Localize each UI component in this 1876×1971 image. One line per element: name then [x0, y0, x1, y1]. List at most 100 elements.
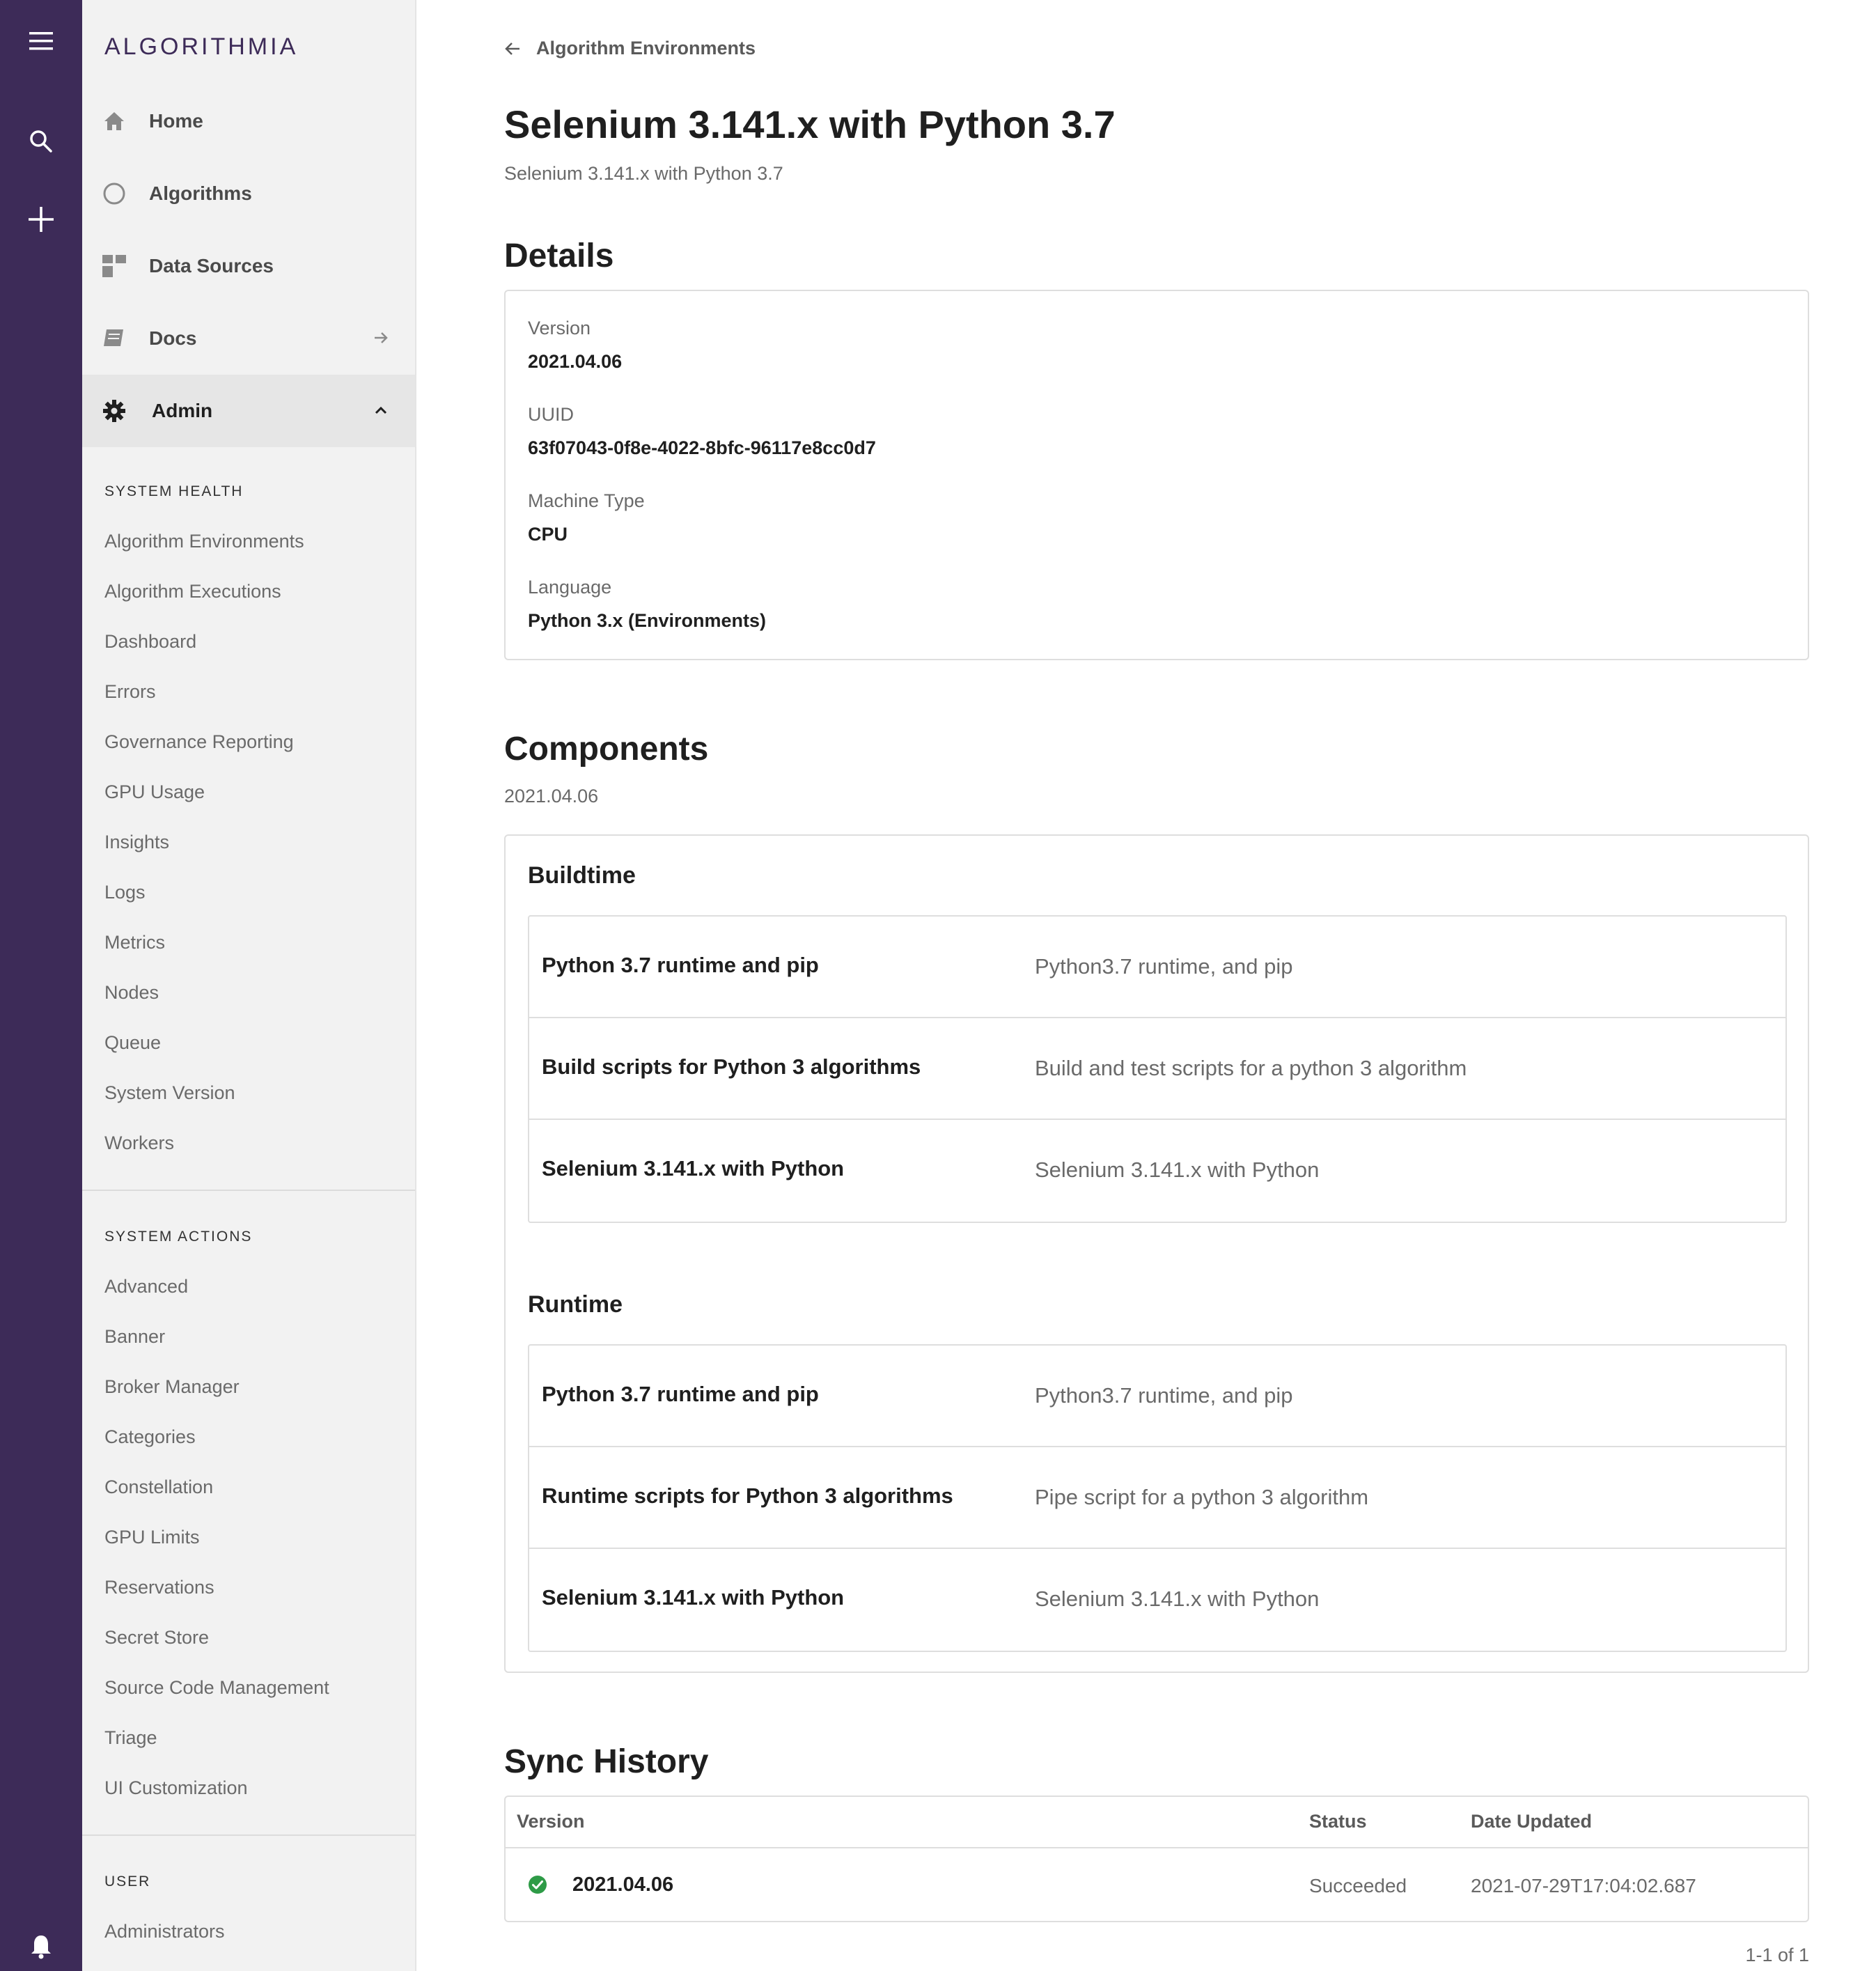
grid-icon [102, 254, 127, 279]
sidebar-link-ui-customization[interactable]: UI Customization [104, 1777, 248, 1799]
component-name: Python 3.7 runtime and pip [542, 953, 819, 977]
nav-docs-label: Docs [149, 327, 197, 349]
components-card: Buildtime Python 3.7 runtime and pip Pyt… [504, 834, 1809, 1673]
column-header-version[interactable]: Version [517, 1811, 585, 1832]
sidebar-link-algorithm-environments[interactable]: Algorithm Environments [104, 531, 304, 552]
sidebar-link-gpu-usage[interactable]: GPU Usage [104, 781, 205, 803]
main-content: Algorithm Environments Selenium 3.141.x … [416, 0, 1876, 1971]
sidebar-link-errors[interactable]: Errors [104, 681, 156, 703]
page-subtitle: Selenium 3.141.x with Python 3.7 [504, 163, 783, 184]
sidebar-divider [82, 1834, 415, 1836]
app-rail [0, 0, 82, 1971]
nav-home-label: Home [149, 110, 203, 132]
sidebar-link-workers[interactable]: Workers [104, 1132, 174, 1154]
detail-label-uuid: UUID [528, 404, 574, 425]
sidebar-link-algorithm-executions[interactable]: Algorithm Executions [104, 581, 281, 602]
detail-label-machine-type: Machine Type [528, 490, 645, 511]
algorithmia-logo[interactable]: ALGORITHMIA [104, 33, 298, 61]
sidebar-link-reservations[interactable]: Reservations [104, 1577, 214, 1598]
column-header-date-updated[interactable]: Date Updated [1471, 1811, 1592, 1832]
menu-icon[interactable] [17, 17, 65, 65]
sidebar-link-categories[interactable]: Categories [104, 1426, 196, 1448]
gear-icon [102, 398, 127, 423]
component-description: Pipe script for a python 3 algorithm [1035, 1485, 1369, 1509]
sidebar-link-dashboard[interactable]: Dashboard [104, 631, 196, 653]
component-name: Build scripts for Python 3 algorithms [542, 1054, 921, 1079]
sidebar: ALGORITHMIA Home Algorithms Data Sources… [82, 0, 416, 1971]
component-description: Python3.7 runtime, and pip [1035, 1383, 1293, 1408]
sync-date-updated: 2021-07-29T17:04:02.687 [1471, 1875, 1696, 1896]
nav-data-sources-label: Data Sources [149, 255, 274, 276]
nav-admin-label: Admin [152, 400, 213, 421]
component-description: Selenium 3.141.x with Python [1035, 1587, 1320, 1611]
detail-label-language: Language [528, 577, 612, 598]
back-link-label: Algorithm Environments [536, 38, 756, 59]
sidebar-link-metrics[interactable]: Metrics [104, 932, 165, 953]
column-header-status[interactable]: Status [1309, 1811, 1367, 1832]
detail-value-version: 2021.04.06 [528, 351, 623, 372]
nav-data-sources[interactable]: Data Sources [82, 230, 415, 302]
component-name: Selenium 3.141.x with Python [542, 1585, 845, 1610]
bell-icon[interactable] [17, 1922, 65, 1971]
section-heading-system-actions: SYSTEM ACTIONS [104, 1229, 253, 1245]
detail-value-uuid: 63f07043-0f8e-4022-8bfc-96117e8cc0d7 [528, 437, 876, 458]
component-description: Build and test scripts for a python 3 al… [1035, 1056, 1467, 1080]
plus-icon[interactable] [17, 195, 65, 244]
check-circle-icon [529, 1876, 547, 1894]
details-heading: Details [504, 237, 614, 274]
details-card: Version 2021.04.06 UUID 63f07043-0f8e-40… [504, 290, 1809, 660]
nav-admin[interactable]: Admin [82, 375, 415, 447]
components-version: 2021.04.06 [504, 786, 599, 807]
sidebar-link-logs[interactable]: Logs [104, 882, 146, 903]
sidebar-link-administrators[interactable]: Administrators [104, 1921, 225, 1942]
table-row: Runtime scripts for Python 3 algorithms … [529, 1447, 1785, 1549]
sidebar-link-constellation[interactable]: Constellation [104, 1477, 213, 1498]
runtime-heading: Runtime [528, 1291, 623, 1318]
sync-history-heading: Sync History [504, 1743, 709, 1780]
component-name: Runtime scripts for Python 3 algorithms [542, 1483, 953, 1508]
component-description: Selenium 3.141.x with Python [1035, 1158, 1320, 1182]
page-title: Selenium 3.141.x with Python 3.7 [504, 102, 1116, 146]
sync-version: 2021.04.06 [572, 1873, 674, 1896]
runtime-table: Python 3.7 runtime and pip Python3.7 run… [528, 1344, 1787, 1652]
buildtime-heading: Buildtime [528, 862, 636, 889]
sidebar-link-insights[interactable]: Insights [104, 832, 169, 853]
sidebar-link-source-code-management[interactable]: Source Code Management [104, 1677, 329, 1699]
table-row: Python 3.7 runtime and pip Python3.7 run… [529, 917, 1785, 1018]
table-row: Selenium 3.141.x with Python Selenium 3.… [529, 1549, 1785, 1651]
table-row: Python 3.7 runtime and pip Python3.7 run… [529, 1346, 1785, 1447]
book-icon [102, 326, 127, 351]
sidebar-link-queue[interactable]: Queue [104, 1032, 161, 1054]
arrow-right-icon [370, 327, 391, 348]
pagination-info: 1-1 of 1 [1745, 1945, 1809, 1965]
sidebar-link-governance-reporting[interactable]: Governance Reporting [104, 731, 294, 753]
nav-home[interactable]: Home [82, 85, 415, 157]
nav-docs[interactable]: Docs [82, 302, 415, 375]
table-header: Version Status Date Updated [506, 1797, 1808, 1848]
sidebar-link-triage[interactable]: Triage [104, 1727, 157, 1749]
nav-algorithms[interactable]: Algorithms [82, 157, 415, 230]
components-heading: Components [504, 731, 709, 768]
sidebar-link-secret-store[interactable]: Secret Store [104, 1627, 209, 1649]
component-name: Python 3.7 runtime and pip [542, 1382, 819, 1406]
table-row: Selenium 3.141.x with Python Selenium 3.… [529, 1120, 1785, 1222]
table-row: Build scripts for Python 3 algorithms Bu… [529, 1018, 1785, 1120]
sidebar-link-nodes[interactable]: Nodes [104, 982, 159, 1004]
buildtime-table: Python 3.7 runtime and pip Python3.7 run… [528, 915, 1787, 1223]
sidebar-link-banner[interactable]: Banner [104, 1326, 165, 1348]
home-icon [102, 109, 127, 134]
search-icon[interactable] [17, 117, 65, 166]
detail-label-version: Version [528, 318, 591, 338]
sidebar-link-advanced[interactable]: Advanced [104, 1276, 188, 1298]
component-description: Python3.7 runtime, and pip [1035, 954, 1293, 979]
detail-value-machine-type: CPU [528, 524, 568, 545]
sidebar-link-broker-manager[interactable]: Broker Manager [104, 1376, 240, 1398]
back-link[interactable]: Algorithm Environments [504, 38, 756, 59]
detail-value-language: Python 3.x (Environments) [528, 610, 767, 631]
chevron-up-icon [370, 400, 391, 421]
nav-algorithms-label: Algorithms [149, 182, 252, 204]
table-row: 2021.04.06 Succeeded 2021-07-29T17:04:02… [506, 1848, 1808, 1921]
section-heading-system-health: SYSTEM HEALTH [104, 483, 244, 499]
sidebar-link-gpu-limits[interactable]: GPU Limits [104, 1527, 200, 1548]
sidebar-link-system-version[interactable]: System Version [104, 1082, 235, 1104]
